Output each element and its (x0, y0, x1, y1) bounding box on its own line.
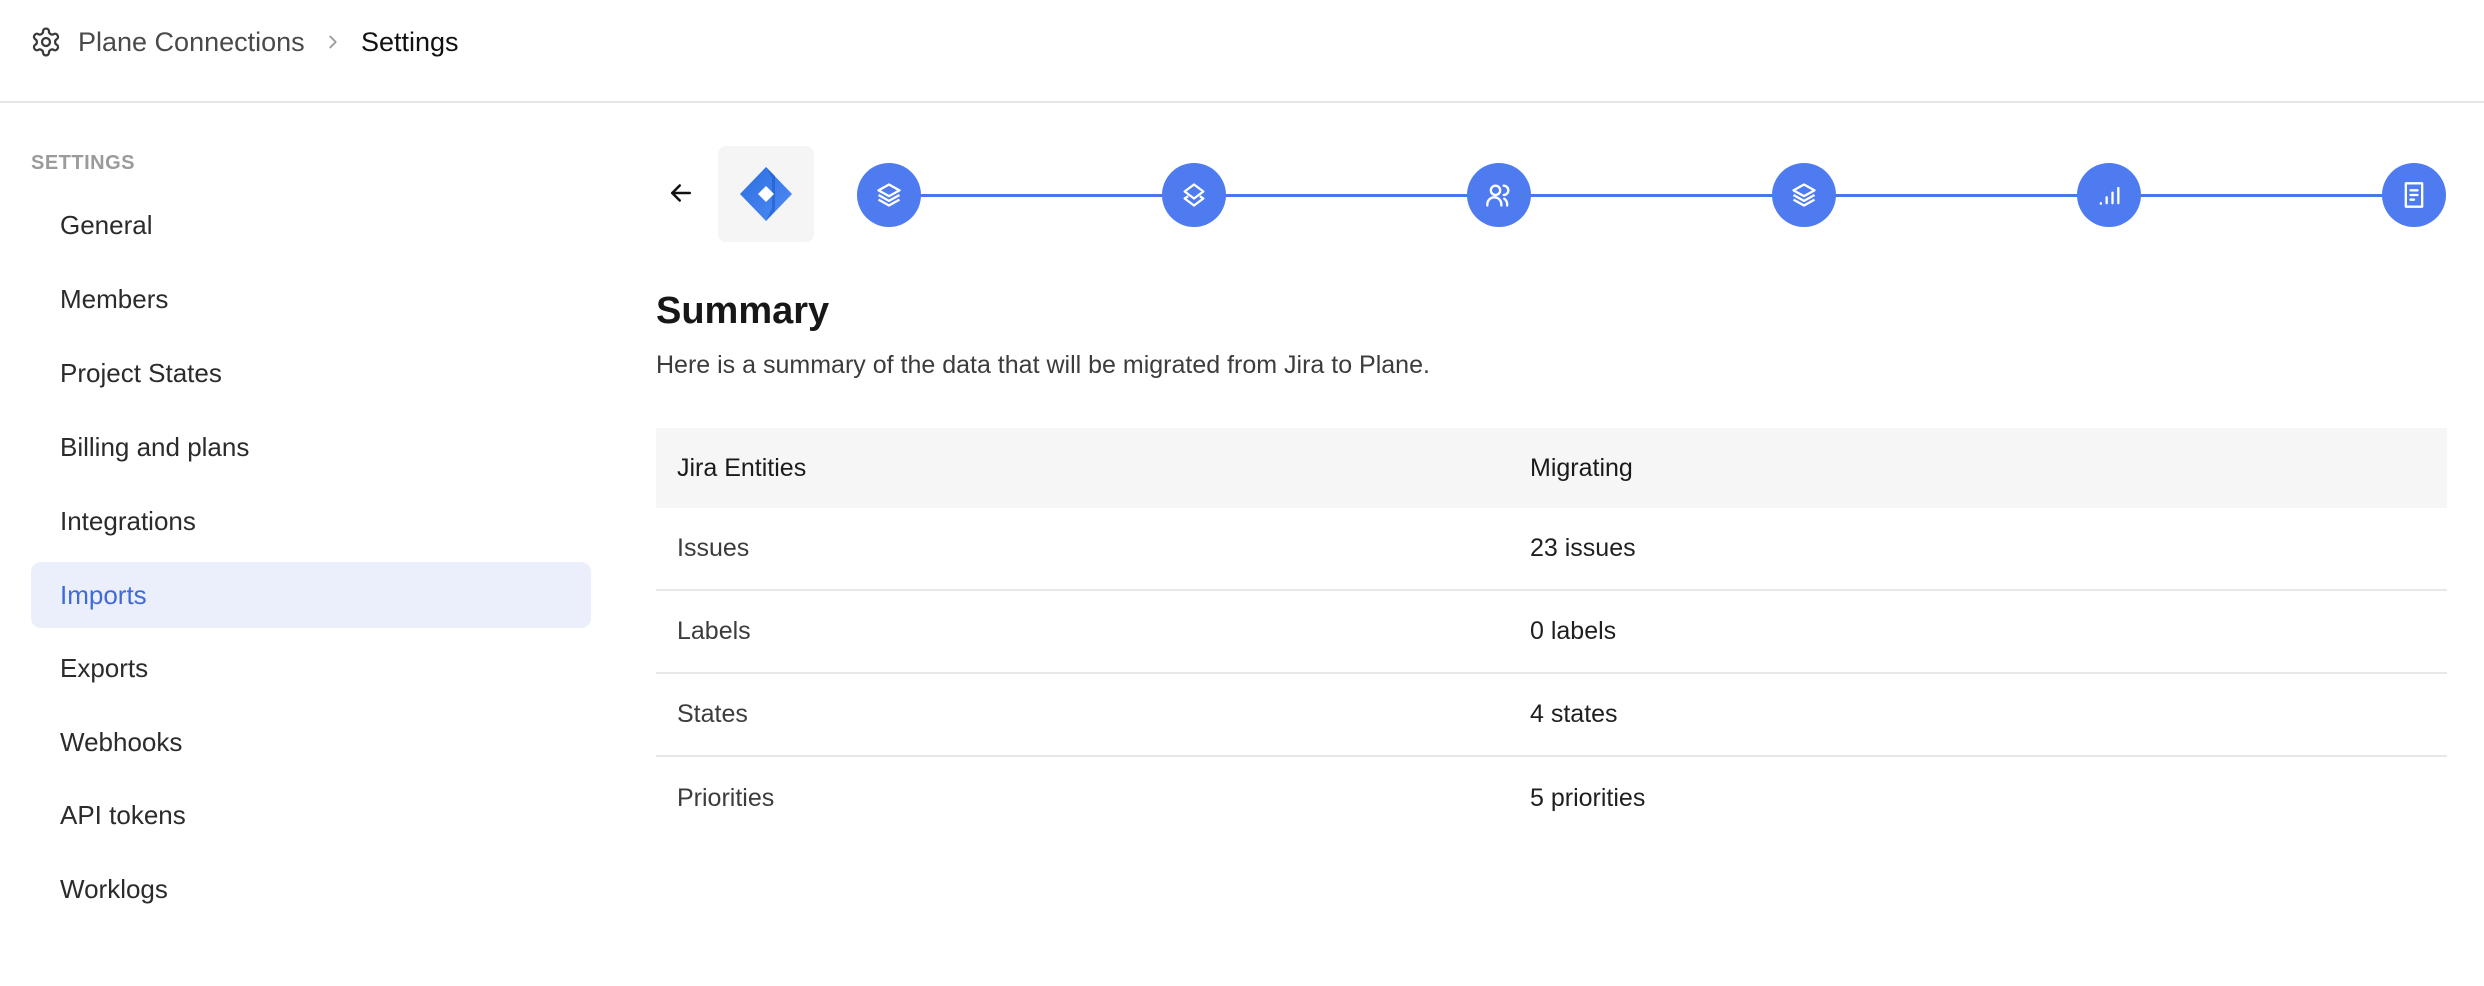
breadcrumb-settings: Settings (361, 27, 459, 57)
sidebar-item-imports[interactable]: Imports (31, 562, 591, 628)
sidebar-item-exports[interactable]: Exports (31, 635, 591, 701)
sidebar-item-integrations[interactable]: Integrations (31, 488, 591, 554)
breadcrumb-plane-connections[interactable]: Plane Connections (78, 26, 305, 58)
migrating-cell: 23 issues (1530, 534, 1636, 562)
sidebar-item-webhooks[interactable]: Webhooks (31, 709, 591, 775)
step-3[interactable] (1467, 163, 1531, 227)
step-4[interactable] (1772, 163, 1836, 227)
entity-cell: States (677, 700, 748, 728)
stepper-progress-line (889, 194, 2414, 197)
page-title: Summary (656, 290, 830, 332)
jira-logo (718, 146, 814, 242)
sidebar-item-api-tokens[interactable]: API tokens (31, 782, 591, 848)
column-header-migrating: Migrating (1530, 453, 1633, 482)
entity-cell: Priorities (677, 784, 775, 812)
step-6[interactable] (2382, 163, 2446, 227)
signal-bars-icon (2099, 186, 2120, 205)
jira-logo-icon (740, 167, 792, 221)
column-header-entities: Jira Entities (677, 453, 807, 482)
step-2[interactable] (1162, 163, 1226, 227)
users-icon (1486, 184, 1510, 207)
sidebar-item-billing-and-plans[interactable]: Billing and plans (31, 414, 591, 480)
summary-table: Jira Entities Migrating Issues 23 issues… (656, 428, 2447, 840)
layers-icon (877, 183, 901, 207)
step-1[interactable] (857, 163, 921, 227)
receipt-icon (2404, 182, 2424, 208)
sidebar-item-members[interactable]: Members (31, 266, 591, 332)
chevron-right-icon (329, 35, 337, 49)
table-row: Issues 23 issues (656, 508, 2447, 591)
table-header: Jira Entities Migrating (656, 428, 2447, 508)
table-row: Labels 0 labels (656, 591, 2447, 674)
entity-cell: Labels (677, 617, 751, 645)
layers-icon (1792, 183, 1816, 207)
page-description: Here is a summary of the data that will … (656, 351, 1430, 379)
migrating-cell: 5 priorities (1530, 784, 1646, 812)
step-5[interactable] (2077, 163, 2141, 227)
sidebar-section-label: SETTINGS (31, 152, 136, 174)
sidebar-item-worklogs[interactable]: Worklogs (31, 856, 591, 922)
entity-cell: Issues (677, 534, 750, 562)
table-row: Priorities 5 priorities (656, 757, 2447, 840)
main-content: Summary Here is a summary of the data th… (640, 103, 2484, 986)
gear-icon (32, 27, 60, 57)
back-arrow-icon[interactable] (666, 178, 696, 208)
sidebar-item-project-states[interactable]: Project States (31, 340, 591, 406)
settings-sidebar: SETTINGS General Members Project States … (0, 103, 620, 986)
sidebar-item-general[interactable]: General (31, 192, 591, 258)
table-row: States 4 states (656, 674, 2447, 757)
top-header: Plane Connections Settings (0, 0, 2484, 103)
migrating-cell: 0 labels (1530, 617, 1617, 645)
layers-two-icon (1183, 183, 1205, 207)
migrating-cell: 4 states (1530, 700, 1618, 728)
